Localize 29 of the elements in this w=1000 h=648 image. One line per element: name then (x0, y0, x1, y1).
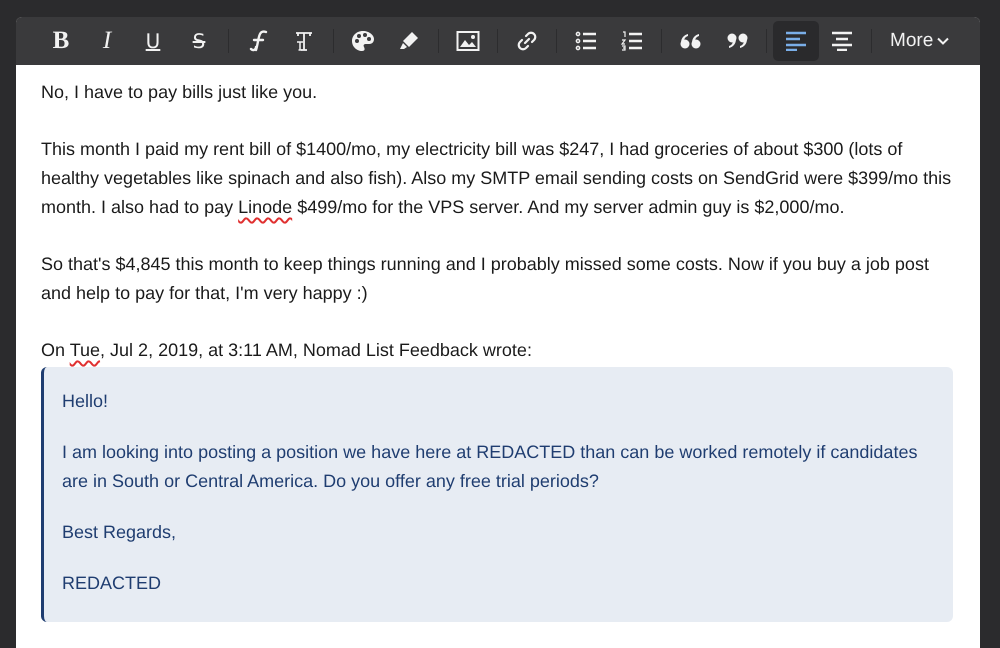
quoted-paragraph: Hello! (62, 390, 110, 413)
message-paragraph: On Tue, Jul 2, 2019, at 3:11 AM, Nomad List Feedback wrote: (41, 339, 533, 362)
align-left-icon (785, 31, 807, 51)
link-icon (516, 30, 538, 52)
highlighter-icon (398, 30, 420, 52)
bulleted-list-icon (575, 30, 597, 52)
quoted-paragraph: I am looking into posting a position we have here at REDACTED than can be worked remotely if candidates are in South or Central America. Do you offer any free trial periods? (62, 441, 918, 493)
misspelled-word: Linode (238, 197, 292, 217)
open-quote-icon (680, 33, 702, 49)
text-size-icon (293, 30, 315, 52)
bold-button[interactable]: B (38, 21, 84, 61)
chevron-down-icon (937, 37, 950, 45)
image-icon (456, 30, 480, 52)
more-button[interactable]: More (878, 21, 962, 61)
quoted-paragraph: REDACTED (62, 572, 162, 595)
align-center-icon (831, 31, 853, 51)
palette-icon (351, 30, 375, 52)
align-left-button[interactable] (773, 21, 819, 61)
strike-button[interactable]: S (176, 21, 222, 61)
close-quote-icon (726, 33, 748, 49)
misspelled-word: Tue (70, 340, 100, 360)
italic-button[interactable]: I (84, 21, 130, 61)
script-f-icon (248, 30, 268, 52)
numbered-list-icon (621, 30, 643, 52)
quoted-paragraph: Best Regards, (62, 521, 178, 544)
message-paragraph: So that's $4,845 this month to keep things running and I probably missed some costs. Now if you buy a job post and help to pay for that, I'm very happy :) (41, 253, 930, 305)
underline-button[interactable]: U (130, 21, 176, 61)
message-paragraph: This month I paid my rent bill of $1400/mo, my electricity bill was $247, I had groceries of about $300 (lots of healthy vegetables like spinach and also fish). Also my SMTP email sending costs on SendGrid were $399/mo this month. I also had to pay Linode $499/mo for the VPS server. And my server admin guy is $2,000/mo. (41, 138, 952, 219)
message-paragraph: No, I have to pay bills just like you. (41, 81, 318, 104)
